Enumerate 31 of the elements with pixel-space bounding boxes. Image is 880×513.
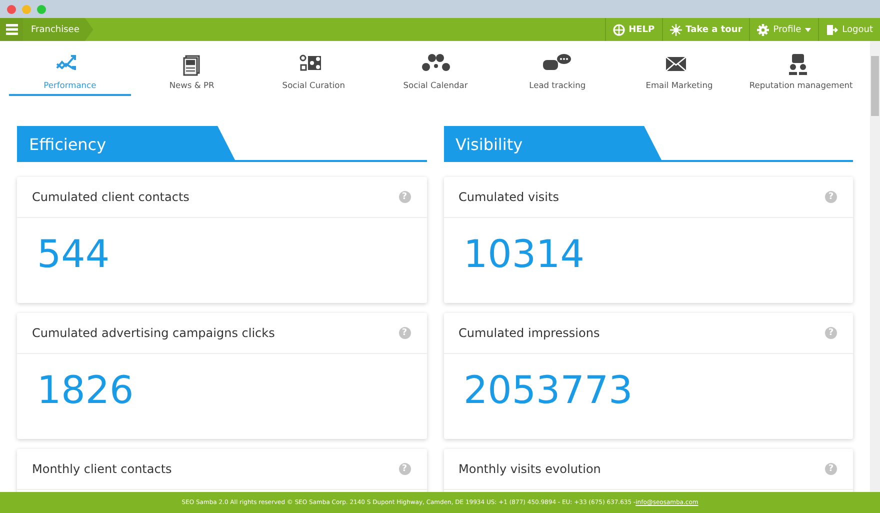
- globe-icon: [612, 24, 625, 36]
- help-icon[interactable]: ?: [825, 463, 837, 475]
- scrollbar[interactable]: [870, 41, 880, 492]
- help-icon[interactable]: ?: [398, 463, 410, 475]
- close-icon[interactable]: [7, 4, 16, 14]
- help-icon[interactable]: ?: [825, 191, 837, 203]
- stat-value: 544: [36, 231, 111, 276]
- stat-value: 10314: [462, 231, 586, 276]
- card-title: Monthly client contacts: [32, 462, 172, 476]
- menu-icon: [6, 24, 18, 35]
- section-title: Visibility: [444, 126, 662, 160]
- stat-value: 2053773: [462, 367, 634, 412]
- section-title: Efficiency: [17, 126, 235, 160]
- door-icon: [826, 24, 838, 36]
- card-title: Monthly visits evolution: [458, 462, 601, 476]
- menu-button[interactable]: [0, 18, 23, 41]
- help-icon[interactable]: ?: [825, 327, 837, 339]
- card-title: Cumulated visits: [458, 190, 559, 204]
- help-icon[interactable]: ?: [398, 191, 410, 203]
- help-icon[interactable]: ?: [398, 327, 410, 339]
- gear-icon: [757, 24, 770, 36]
- maximize-icon[interactable]: [37, 4, 46, 14]
- minimize-icon[interactable]: [22, 4, 31, 14]
- stat-value: 1826: [36, 367, 135, 412]
- caret-icon: [805, 28, 812, 32]
- card-title: Cumulated client contacts: [32, 190, 190, 204]
- card-title: Cumulated impressions: [458, 326, 600, 340]
- newspaper-icon: [183, 55, 200, 76]
- breadcrumb[interactable]: Franchisee: [23, 18, 94, 41]
- sun-icon: [670, 24, 682, 36]
- card-title: Cumulated advertising campaigns clicks: [32, 326, 275, 340]
